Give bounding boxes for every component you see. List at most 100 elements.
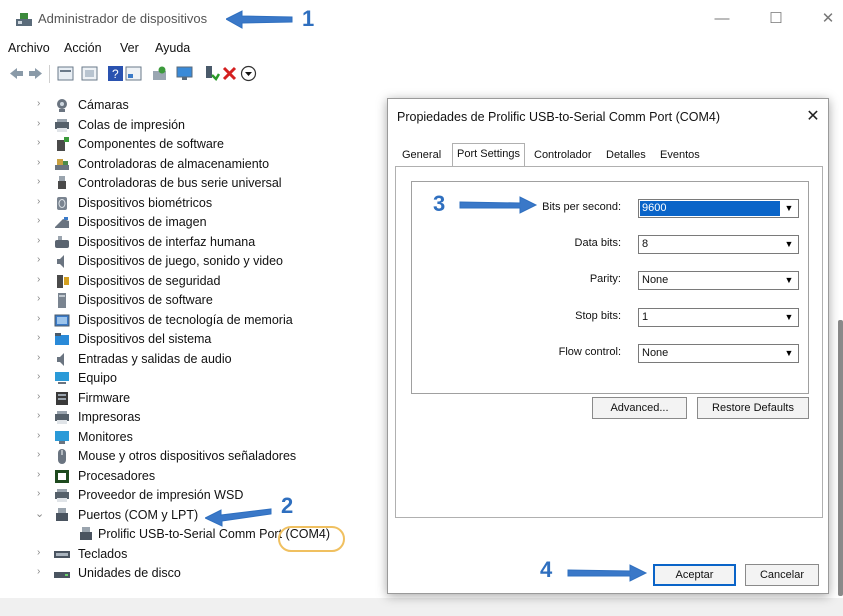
chevron-right-icon[interactable]: › bbox=[37, 137, 40, 148]
chevron-right-icon[interactable]: › bbox=[37, 118, 40, 129]
chevron-right-icon[interactable]: › bbox=[37, 254, 40, 265]
tree-item-audio[interactable]: › Entradas y salidas de audio bbox=[0, 350, 390, 369]
tree-item-label: Controladoras de bus serie universal bbox=[78, 176, 282, 190]
chevron-right-icon[interactable]: › bbox=[37, 371, 40, 382]
back-arrow-icon[interactable] bbox=[8, 65, 25, 82]
tree-item-puertos[interactable]: ⌄ Puertos (COM y LPT) bbox=[0, 506, 390, 525]
chevron-right-icon[interactable]: › bbox=[37, 293, 40, 304]
tab-general[interactable]: General bbox=[402, 149, 441, 161]
tab-port-settings[interactable]: Port Settings bbox=[452, 143, 525, 168]
tree-item-equipo[interactable]: › Equipo bbox=[0, 369, 390, 388]
tree-item-imagen[interactable]: › Dispositivos de imagen bbox=[0, 213, 390, 232]
bits-per-second-select[interactable]: 9600 ▼ bbox=[638, 199, 799, 218]
chevron-right-icon[interactable]: › bbox=[37, 449, 40, 460]
enable-device-icon[interactable] bbox=[203, 65, 220, 82]
tree-item-label: Equipo bbox=[78, 371, 117, 385]
chevron-right-icon[interactable]: › bbox=[37, 547, 40, 558]
cancelar-button[interactable]: Cancelar bbox=[745, 564, 819, 586]
system-device-icon bbox=[55, 333, 69, 345]
tree-item-juego-sonido-video[interactable]: › Dispositivos de juego, sonido y video bbox=[0, 252, 390, 271]
tree-item-sistema[interactable]: › Dispositivos del sistema bbox=[0, 330, 390, 349]
chevron-right-icon[interactable]: › bbox=[37, 469, 40, 480]
monitor-icon bbox=[55, 430, 69, 444]
maximize-button[interactable]: ☐ bbox=[766, 9, 786, 29]
menu-archivo[interactable]: Archivo bbox=[8, 41, 50, 55]
forward-arrow-icon[interactable] bbox=[27, 65, 44, 82]
chevron-right-icon[interactable]: › bbox=[37, 566, 40, 577]
tree-item-label: Puertos (COM y LPT) bbox=[78, 507, 199, 522]
chevron-down-icon[interactable]: ▼ bbox=[781, 310, 797, 325]
tree-item-label: Dispositivos del sistema bbox=[78, 332, 212, 346]
tree-item-colas-impresion[interactable]: › Colas de impresión bbox=[0, 116, 390, 135]
chevron-right-icon[interactable]: › bbox=[37, 196, 40, 207]
processor-icon bbox=[55, 469, 69, 483]
chevron-down-icon[interactable]: ⌄ bbox=[35, 507, 44, 520]
tree-item-label: Firmware bbox=[78, 390, 131, 405]
tree-item-biometricos[interactable]: › Dispositivos biométricos bbox=[0, 194, 390, 213]
chevron-right-icon[interactable]: › bbox=[37, 215, 40, 226]
tree-item-camaras[interactable]: › Cámaras bbox=[0, 96, 390, 115]
uninstall-device-icon[interactable] bbox=[221, 65, 238, 82]
chevron-right-icon[interactable]: › bbox=[37, 488, 40, 499]
chevron-right-icon[interactable]: › bbox=[37, 313, 40, 324]
tree-item-firmware[interactable]: › Firmware bbox=[0, 389, 390, 408]
tree-item-mouse[interactable]: › Mouse y otros dispositivos señaladores bbox=[0, 447, 390, 466]
close-window-button[interactable]: ✕ bbox=[818, 9, 838, 29]
chevron-right-icon[interactable]: › bbox=[37, 332, 40, 343]
menu-ver[interactable]: Ver bbox=[120, 41, 139, 55]
minimize-button[interactable]: — bbox=[712, 9, 732, 29]
update-driver-icon[interactable] bbox=[151, 65, 168, 82]
annotation-number-3: 3 bbox=[433, 191, 446, 216]
scrollbar-thumb[interactable] bbox=[838, 320, 843, 596]
menu-accion[interactable]: Acción bbox=[64, 41, 102, 55]
tree-item-seguridad[interactable]: › Dispositivos de seguridad bbox=[0, 272, 390, 291]
svg-text:?: ? bbox=[112, 67, 119, 81]
chevron-right-icon[interactable]: › bbox=[37, 176, 40, 187]
chevron-right-icon[interactable]: › bbox=[37, 98, 40, 109]
chevron-right-icon[interactable]: › bbox=[37, 352, 40, 363]
tree-item-componentes-software[interactable]: › Componentes de software bbox=[0, 135, 390, 154]
chevron-right-icon[interactable]: › bbox=[37, 391, 40, 402]
download-driver-icon[interactable] bbox=[240, 65, 257, 82]
chevron-right-icon[interactable]: › bbox=[37, 430, 40, 441]
data-bits-select[interactable]: 8 ▼ bbox=[638, 235, 799, 254]
flow-control-label: Flow control: bbox=[558, 346, 621, 358]
properties-view-icon[interactable] bbox=[57, 65, 74, 82]
tree-item-tecnologia-memoria[interactable]: › Dispositivos de tecnología de memoria bbox=[0, 311, 390, 330]
tree-item-interfaz-humana[interactable]: › Dispositivos de interfaz humana bbox=[0, 233, 390, 252]
resources-view-icon[interactable] bbox=[125, 65, 142, 82]
tree-item-software[interactable]: › Dispositivos de software bbox=[0, 291, 390, 310]
device-list-icon[interactable] bbox=[81, 65, 98, 82]
dialog-close-button[interactable]: ✕ bbox=[802, 106, 824, 128]
tree-item-controladoras-almacenamiento[interactable]: › Controladoras de almacenamiento bbox=[0, 155, 390, 174]
stop-bits-select[interactable]: 1 ▼ bbox=[638, 308, 799, 327]
chevron-down-icon[interactable]: ▼ bbox=[781, 273, 797, 288]
restore-defaults-button[interactable]: Restore Defaults bbox=[697, 397, 809, 419]
tab-controlador[interactable]: Controlador bbox=[534, 149, 591, 161]
flow-control-select[interactable]: None ▼ bbox=[638, 344, 799, 363]
chevron-right-icon[interactable]: › bbox=[37, 157, 40, 168]
menu-ayuda[interactable]: Ayuda bbox=[155, 41, 190, 55]
chevron-right-icon[interactable]: › bbox=[37, 410, 40, 421]
tree-item-proveedor-wsd[interactable]: › Proveedor de impresión WSD bbox=[0, 486, 390, 505]
software-device-icon bbox=[58, 293, 66, 308]
tree-item-monitores[interactable]: › Monitores bbox=[0, 428, 390, 447]
chevron-down-icon[interactable]: ▼ bbox=[781, 237, 797, 252]
toolbar: ? bbox=[0, 61, 843, 87]
chevron-right-icon[interactable]: › bbox=[37, 274, 40, 285]
tab-eventos[interactable]: Eventos bbox=[660, 149, 700, 161]
aceptar-button[interactable]: Aceptar bbox=[653, 564, 736, 586]
tree-item-controladoras-usb[interactable]: › Controladoras de bus serie universal bbox=[0, 174, 390, 193]
chevron-right-icon[interactable]: › bbox=[37, 235, 40, 246]
tree-item-unidades-disco[interactable]: › Unidades de disco bbox=[0, 564, 390, 583]
tab-detalles[interactable]: Detalles bbox=[606, 149, 646, 161]
chevron-down-icon[interactable]: ▼ bbox=[781, 346, 797, 361]
parity-select[interactable]: None ▼ bbox=[638, 271, 799, 290]
advanced-button[interactable]: Advanced... bbox=[592, 397, 687, 419]
tree-item-procesadores[interactable]: › Procesadores bbox=[0, 467, 390, 486]
scan-hardware-icon[interactable] bbox=[176, 65, 193, 82]
chevron-down-icon[interactable]: ▼ bbox=[781, 201, 797, 216]
help-icon[interactable]: ? bbox=[107, 65, 124, 82]
com4-highlight-ring bbox=[278, 526, 345, 552]
tree-item-impresoras[interactable]: › Impresoras bbox=[0, 408, 390, 427]
